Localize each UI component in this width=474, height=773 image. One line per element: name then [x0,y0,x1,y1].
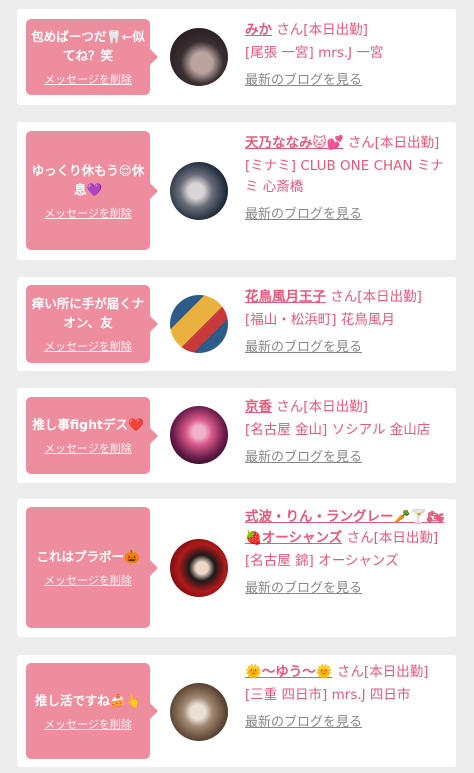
attendance-status: さん[本日出勤] [347,135,440,151]
list-item: 推し事fightデス❤️ メッセージを削除 京香 さん[本日出勤] [名古屋 金… [17,388,456,483]
message-text: 痒い所に手が届くナオン、友 [31,296,145,330]
delete-message-link[interactable]: メッセージを削除 [44,440,132,456]
entry-info: 🌞〜ゆう〜🌞 さん[本日出勤] [三重 四日市] mrs.J 四日市 最新のブロ… [245,662,451,733]
attendance-status: さん[本日出勤] [346,530,439,546]
message-text: 推し活ですね🍰👆 [34,692,142,708]
entry-info: 京香 さん[本日出勤] [名古屋 金山] ソシアル 金山店 最新のブログを見る [245,397,451,468]
delete-message-link[interactable]: メッセージを削除 [44,205,132,221]
avatar[interactable] [170,28,228,86]
attendance-status: さん[本日出勤] [336,664,429,680]
attendance-status: さん[本日出勤] [330,289,422,305]
latest-blog-link[interactable]: 最新のブログを見る [245,712,451,733]
list-item: これはプラボー🎃 メッセージを削除 式波・りん・ラングレー🥕🍸🏍🍓オーシャンズ … [17,499,456,637]
shop-label: [尾張 一宮] mrs.J 一宮 [245,45,384,61]
girl-name-link[interactable]: 天乃ななみ🐱💕 [245,135,343,151]
message-text: 包めばーつだ🦷←似てね？笑 [31,29,145,63]
message-bubble: 推し事fightデス❤️ メッセージを削除 [26,397,158,474]
list-item: 推し活ですね🍰👆 メッセージを削除 🌞〜ゆう〜🌞 さん[本日出勤] [三重 四日… [17,655,456,767]
latest-blog-link[interactable]: 最新のブログを見る [245,447,451,468]
avatar[interactable] [170,162,228,220]
attendance-status: さん[本日出勤] [276,399,368,415]
delete-message-link[interactable]: メッセージを削除 [44,572,132,588]
girl-name-link[interactable]: 京香 [245,399,272,415]
attendance-status: さん[本日出勤] [276,22,368,38]
shop-label: [名古屋 金山] ソシアル 金山店 [245,422,431,438]
message-bubble: これはプラボー🎃 メッセージを削除 [26,507,158,628]
entry-info: みか さん[本日出勤] [尾張 一宮] mrs.J 一宮 最新のブログを見る [245,20,451,91]
message-text: ゆっくり休もう😌休息💜 [31,162,145,197]
girl-name-link[interactable]: 花鳥風月王子 [245,289,326,305]
message-text: 推し事fightデス❤️ [32,417,144,432]
message-bubble: 推し活ですね🍰👆 メッセージを削除 [26,663,158,759]
shop-label: [ミナミ] CLUB ONE CHAN ミナミ 心斎橋 [245,158,444,195]
entry-info: 式波・りん・ラングレー🥕🍸🏍🍓オーシャンズ さん[本日出勤] [名古屋 錦] オ… [245,507,451,599]
list-item: 包めばーつだ🦷←似てね？笑 メッセージを削除 みか さん[本日出勤] [尾張 一… [17,9,456,105]
delete-message-link[interactable]: メッセージを削除 [44,71,132,87]
entry-info: 天乃ななみ🐱💕 さん[本日出勤] [ミナミ] CLUB ONE CHAN ミナミ… [245,133,451,225]
latest-blog-link[interactable]: 最新のブログを見る [245,204,451,225]
entry-info: 花鳥風月王子 さん[本日出勤] [福山・松浜町] 花鳥風月 最新のブログを見る [245,287,451,358]
message-text: これはプラボー🎃 [36,549,140,564]
latest-blog-link[interactable]: 最新のブログを見る [245,578,451,599]
latest-blog-link[interactable]: 最新のブログを見る [245,70,451,91]
girl-name-link[interactable]: みか [245,22,272,38]
avatar[interactable] [170,406,228,464]
girl-name-link[interactable]: 🌞〜ゆう〜🌞 [245,664,333,680]
shop-label: [名古屋 錦] オーシャンズ [245,553,399,569]
list-item: 痒い所に手が届くナオン、友 メッセージを削除 花鳥風月王子 さん[本日出勤] [… [17,277,456,371]
list-item: ゆっくり休もう😌休息💜 メッセージを削除 天乃ななみ🐱💕 さん[本日出勤] [ミ… [17,122,456,260]
avatar[interactable] [170,539,228,597]
message-bubble: 包めばーつだ🦷←似てね？笑 メッセージを削除 [26,19,158,95]
latest-blog-link[interactable]: 最新のブログを見る [245,337,451,358]
delete-message-link[interactable]: メッセージを削除 [44,338,132,354]
avatar[interactable] [170,295,228,353]
avatar[interactable] [170,683,228,741]
shop-label: [三重 四日市] mrs.J 四日市 [245,687,411,703]
message-bubble: ゆっくり休もう😌休息💜 メッセージを削除 [26,131,158,250]
shop-label: [福山・松浜町] 花鳥風月 [245,312,395,328]
message-bubble: 痒い所に手が届くナオン、友 メッセージを削除 [26,285,158,363]
delete-message-link[interactable]: メッセージを削除 [44,716,132,732]
